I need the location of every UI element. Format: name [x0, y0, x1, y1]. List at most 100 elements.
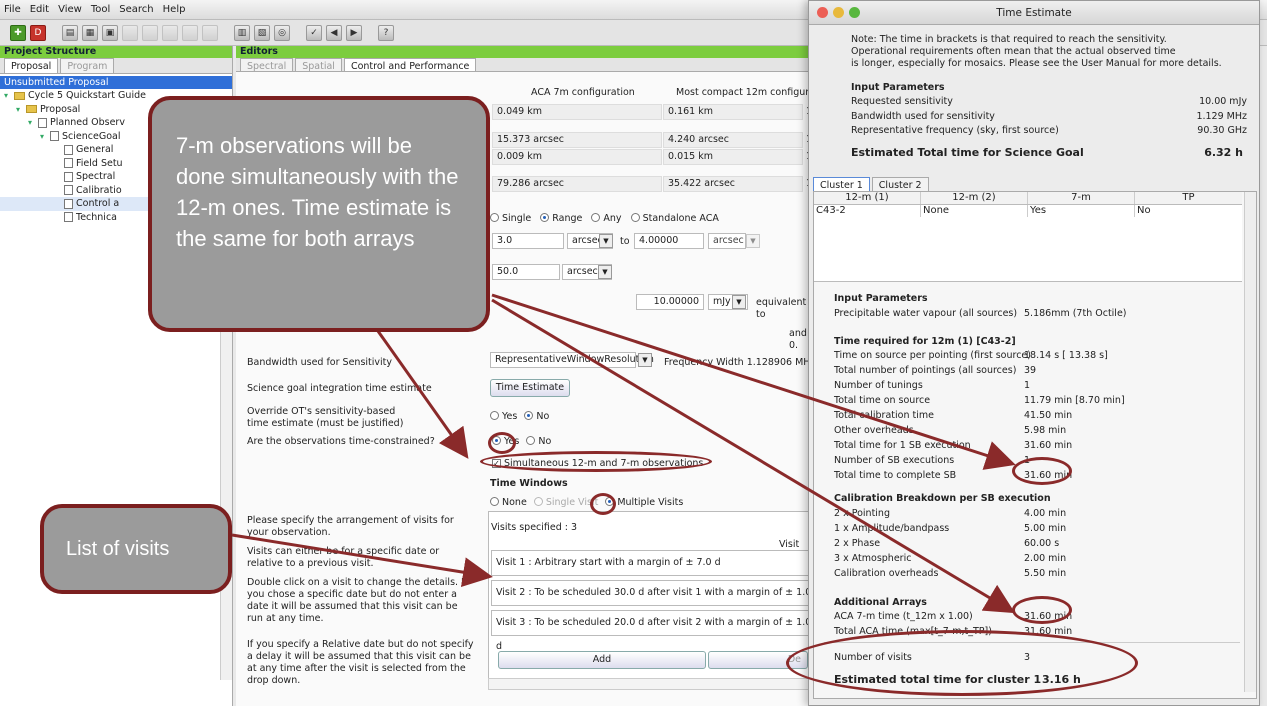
radio-range[interactable]: [540, 213, 550, 222]
chevron-down-icon[interactable]: ▼: [746, 234, 760, 248]
pdf-icon[interactable]: D: [30, 24, 46, 41]
chevron-down-icon[interactable]: ▼: [599, 234, 613, 248]
delete-icon[interactable]: [182, 24, 198, 41]
time-required-value: 31.60 min: [1024, 440, 1073, 451]
12m-value: 0.161 km: [663, 104, 803, 120]
aca-value: 0.049 km: [492, 104, 662, 120]
radio-none[interactable]: [490, 497, 499, 506]
tab-program[interactable]: Program: [60, 58, 115, 73]
save-as-icon[interactable]: ▣: [102, 24, 118, 41]
check-icon[interactable]: ✓: [306, 24, 322, 41]
time-estimate-button[interactable]: Time Estimate: [490, 379, 570, 397]
expand-icon: ▾: [40, 131, 45, 141]
time-window-options: None Single Visit Multiple Visits: [490, 497, 683, 509]
calibration-value: 2.00 min: [1024, 553, 1067, 564]
expand-icon: ▾: [16, 104, 21, 114]
document-icon: [64, 185, 73, 196]
col-12m: Most compact 12m configurati: [676, 87, 814, 98]
time-required-value: 41.50 min: [1024, 410, 1073, 421]
list-item[interactable]: Visit 1 : Arbitrary start with a margin …: [491, 550, 815, 576]
tree-selected[interactable]: Unsubmitted Proposal: [0, 76, 232, 89]
callout-simultaneous: 7-m observations will be done simultaneo…: [148, 96, 490, 332]
res-max-unit-select[interactable]: arcsec: [708, 233, 746, 249]
help-icon[interactable]: ?: [378, 24, 394, 41]
menu-help[interactable]: Help: [163, 4, 186, 15]
help-text-4: If you specify a Relative date but do no…: [247, 639, 474, 686]
table-row[interactable]: C43-2 None Yes No: [814, 205, 1242, 217]
minimize-icon[interactable]: [833, 7, 844, 18]
chevron-down-icon[interactable]: ▼: [732, 295, 746, 309]
cut-icon[interactable]: [122, 24, 138, 41]
sensitivity-input[interactable]: 10.00000: [636, 294, 704, 310]
expand-icon: ▾: [28, 118, 33, 127]
time-required-label: Number of tunings: [834, 380, 923, 391]
res-max-input[interactable]: 4.00000: [634, 233, 704, 249]
list-item[interactable]: Visit 3 : To be scheduled 20.0 d after v…: [491, 610, 815, 652]
radio-single-visit[interactable]: [533, 497, 543, 506]
resolution-options: Single Range Any Standalone ACA: [490, 213, 719, 225]
back-icon[interactable]: ◀: [326, 24, 342, 41]
copy-icon[interactable]: [142, 24, 158, 41]
time-required-label: Time on source per pointing (first sourc…: [834, 350, 1031, 361]
radio-any[interactable]: [591, 213, 601, 222]
res-min-input[interactable]: 3.0: [492, 233, 564, 249]
add-visit-button[interactable]: Add: [498, 651, 706, 669]
las-input[interactable]: 50.0: [492, 264, 560, 280]
right-scrollbar[interactable]: [1244, 192, 1256, 692]
time-required-label: Total time for 1 SB execution: [834, 440, 971, 451]
calibration-label: 2 x Pointing: [834, 508, 890, 519]
tab-spatial[interactable]: Spatial: [295, 58, 342, 72]
radio-override-no[interactable]: [524, 411, 534, 420]
highlight-yes: [488, 432, 516, 454]
visits-specified: Visits specified : 3: [491, 522, 578, 533]
time-required-label: Total number of pointings (all sources): [834, 365, 1017, 376]
tab-spectral[interactable]: Spectral: [240, 58, 294, 72]
bw-select[interactable]: RepresentativeWindowResolution: [490, 352, 654, 368]
radio-override-yes[interactable]: [490, 411, 499, 420]
tab-cluster-2[interactable]: Cluster 2: [871, 177, 929, 191]
array-table: 12-m (1) 12-m (2) 7-m TP C43-2 None Yes …: [814, 192, 1242, 282]
open-icon[interactable]: ▤: [62, 24, 78, 41]
chevron-down-icon[interactable]: ▼: [598, 265, 612, 279]
time-required-value: 5.98 min: [1024, 425, 1067, 436]
save-icon[interactable]: ▦: [82, 24, 98, 41]
menu-view[interactable]: View: [58, 4, 82, 15]
calibration-value: 4.00 min: [1024, 508, 1067, 519]
total-time-value: 6.32 h: [1204, 146, 1243, 159]
paste-icon[interactable]: [162, 24, 178, 41]
tab-cluster-1[interactable]: Cluster 1: [813, 177, 870, 191]
menu-tool[interactable]: Tool: [91, 4, 110, 15]
submit-icon[interactable]: ▧: [254, 24, 270, 41]
forward-icon[interactable]: ▶: [346, 24, 362, 41]
undo-icon[interactable]: [202, 24, 218, 41]
override-options: Yes No: [490, 411, 549, 423]
highlight-cluster-total: [786, 630, 1138, 696]
zoom-icon[interactable]: [849, 7, 860, 18]
table-header: 12-m (1) 12-m (2) 7-m TP: [814, 192, 1242, 205]
menu-edit[interactable]: Edit: [30, 4, 49, 15]
menu-search[interactable]: Search: [119, 4, 153, 15]
time-icon[interactable]: ◎: [274, 24, 290, 41]
menu-file[interactable]: File: [4, 4, 21, 15]
chevron-down-icon[interactable]: ▼: [638, 353, 652, 367]
time-required-value: 18.14 s [ 13.38 s]: [1024, 350, 1108, 361]
radio-standalone-aca[interactable]: [630, 213, 640, 222]
list-item[interactable]: Visit 2 : To be scheduled 30.0 d after v…: [491, 580, 815, 622]
tab-control-performance[interactable]: Control and Performance: [343, 58, 477, 72]
folder-icon: [14, 91, 25, 100]
radio-tc-no[interactable]: [526, 436, 536, 445]
new-icon[interactable]: ✚: [10, 24, 26, 41]
h-scrollbar[interactable]: [488, 678, 814, 690]
calibration-value: 5.50 min: [1024, 568, 1067, 579]
12m-value: 4.240 arcsec: [663, 132, 803, 148]
close-icon[interactable]: [817, 7, 828, 18]
tab-proposal[interactable]: Proposal: [4, 58, 59, 73]
folder-icon: [38, 117, 47, 128]
radio-single[interactable]: [490, 213, 499, 222]
expand-icon: ▾: [4, 91, 9, 100]
validate-icon[interactable]: ▥: [234, 24, 250, 41]
time-required-label: Total calibration time: [834, 410, 934, 421]
help-text-2: Visits can either be for a specific date…: [247, 546, 440, 569]
time-required-value: 1: [1024, 380, 1031, 391]
override-label: Override OT's sensitivity-based time est…: [247, 406, 404, 429]
